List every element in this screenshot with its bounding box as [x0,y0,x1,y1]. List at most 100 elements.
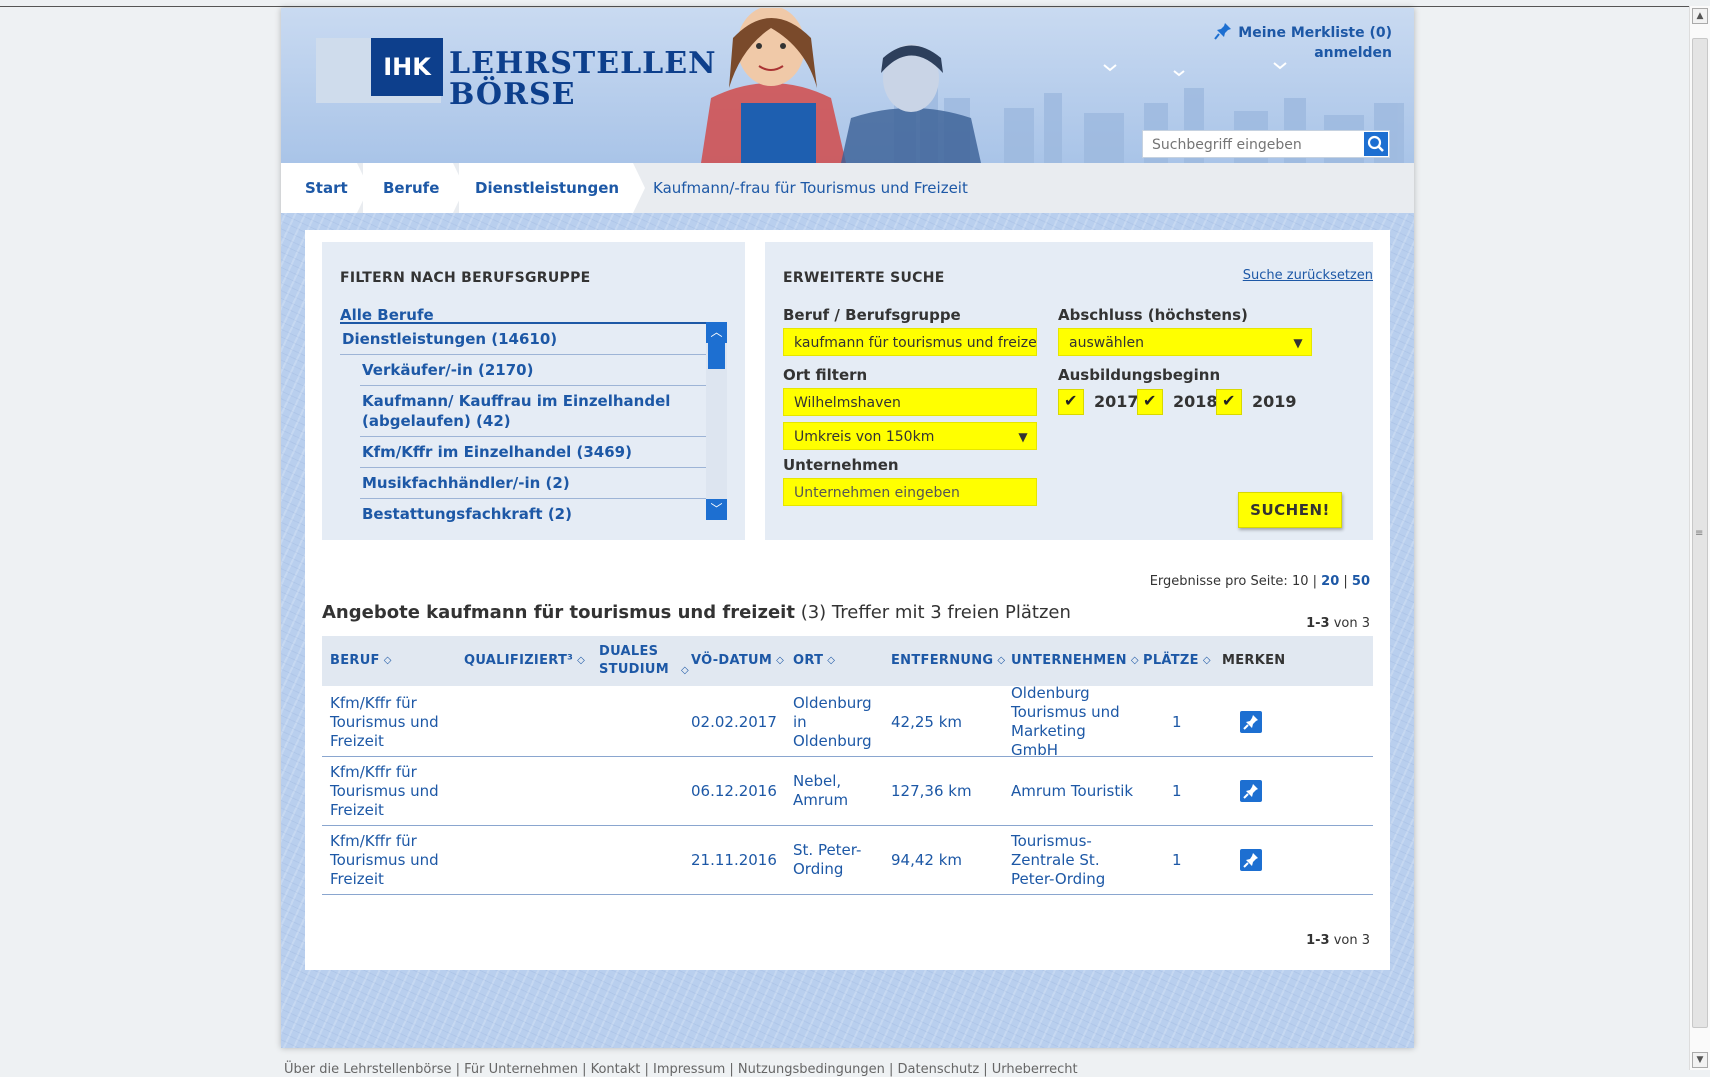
breadcrumb-start[interactable]: Start [281,163,369,213]
beruf-label: Beruf / Berufsgruppe [783,306,961,324]
chevron-down-icon: ▼ [1293,336,1303,350]
cell-plaetze: 1 [1172,712,1182,731]
sort-icon: ◇ [577,655,586,666]
col-plaetze-label: PLÄTZE [1143,653,1199,668]
chevron-up-icon[interactable]: ︿ [706,322,727,343]
berufsgruppe-item[interactable]: Dienstleistungen (14610) [340,324,706,355]
per-page-20[interactable]: 20 [1321,574,1339,589]
site-search [1142,130,1390,158]
checkbox-2017[interactable] [1058,389,1084,415]
col-beruf[interactable]: BERUF ◇ [330,636,392,686]
scroll-down-icon[interactable]: ▼ [1692,1052,1708,1068]
col-qualifiziert[interactable]: QUALIFIZIERT³ ◇ [464,636,585,686]
year-2017-label: 2017 [1094,392,1139,411]
filter-panel: FILTERN NACH BERUFSGRUPPE Alle Berufe Di… [322,242,745,540]
site-logo-text[interactable]: LEHRSTELLEN BÖRSE [449,48,717,110]
advanced-search-title: ERWEITERTE SUCHE [783,270,945,286]
col-vo-datum[interactable]: VÖ-DATUM ◇ [691,636,784,686]
col-qualifiziert-label: QUALIFIZIERT³ [464,653,574,668]
checkbox-2019[interactable] [1216,389,1242,415]
scroll-up-icon[interactable]: ▲ [1692,8,1708,24]
cell-plaetze: 1 [1172,850,1182,869]
breadcrumb-berufe[interactable]: Berufe [363,163,465,213]
col-unternehmen-label: UNTERNEHMEN [1011,653,1127,668]
search-submit-button[interactable]: SUCHEN! [1238,492,1342,528]
merkliste-link[interactable]: Meine Merkliste (0) [1214,22,1392,43]
beruf-input[interactable]: kaufmann für tourismus und freizeit [783,328,1037,356]
pagination-bottom: 1-3 von 3 [1306,933,1370,948]
sort-icon: ◇ [383,655,392,666]
logo-line-2: BÖRSE [449,77,576,112]
page-scrollbar[interactable]: ▲ ≡ ▼ [1689,6,1710,1070]
reset-search-link[interactable]: Suche zurücksetzen [1243,268,1373,283]
col-entfernung[interactable]: ENTFERNUNG ◇ [891,636,1005,686]
berufsgruppe-item[interactable]: Verkäufer/-in (2170) [360,355,706,386]
search-button[interactable] [1364,132,1388,156]
breadcrumb: Start Berufe Dienstleistungen Kaufmann/-… [281,163,1414,213]
col-plaetze[interactable]: PLÄTZE ◇ [1143,636,1211,686]
pin-icon [1214,23,1232,40]
merken-pin-icon[interactable] [1240,711,1262,733]
header-banner: IHK LEHRSTELLEN BÖRSE Meine Merkliste (0… [281,8,1414,163]
anmelden-link[interactable]: anmelden [1214,43,1392,63]
sort-icon: ◇ [681,665,689,676]
sort-icon: ◇ [827,655,836,666]
main-content: FILTERN NACH BERUFSGRUPPE Alle Berufe Di… [305,230,1390,970]
abschluss-select[interactable]: auswählen ▼ [1058,328,1312,356]
results-per-page: Ergebnisse pro Seite: 10 | 20 | 50 [1149,574,1370,589]
cell-plaetze: 1 [1172,781,1182,800]
cell-datum: 02.02.2017 [691,712,777,731]
sort-icon: ◇ [1202,655,1211,666]
cell-unternehmen[interactable]: Oldenburg Tourismus und Marketing GmbH [1011,684,1136,759]
ihk-logo[interactable]: IHK [371,38,443,96]
chevron-down-icon[interactable]: ﹀ [706,499,727,520]
search-input[interactable] [1150,134,1354,156]
results-table-header: BERUF ◇ QUALIFIZIERT³ ◇ DUALES STUDIUM ◇ VÖ… [322,636,1373,686]
abschluss-value: auswählen [1069,335,1145,351]
berufsgruppe-item[interactable]: Bestattungsfachkraft (2) [360,499,706,522]
umkreis-value: Umkreis von 150km [794,429,935,445]
per-page-10: 10 [1291,574,1309,589]
advanced-search-panel: ERWEITERTE SUCHE Suche zurücksetzen Beru… [765,242,1373,540]
berufsgruppe-item[interactable]: Kaufmann/ Kauffrau im Einzelhandel (abge… [360,386,706,437]
list-scrollbar[interactable]: ︿ ﹀ [706,322,727,520]
per-page-50[interactable]: 50 [1352,574,1370,589]
breadcrumb-dienstleistungen[interactable]: Dienstleistungen [459,163,645,213]
pagination-total: von 3 [1333,933,1370,948]
abschluss-label: Abschluss (höchstens) [1058,306,1248,324]
list-scrollbar-thumb[interactable] [708,343,725,369]
cell-unternehmen[interactable]: Tourismus-Zentrale St. Peter-Ording [1011,826,1136,894]
berufsgruppe-list: Dienstleistungen (14610) Verkäufer/-in (2… [340,322,706,522]
boy-illustration-icon [841,44,981,163]
results-heading-count: (3) Treffer mit 3 freien Plätzen [800,602,1071,623]
col-ort[interactable]: ORT ◇ [793,636,835,686]
ort-input[interactable]: Wilhelmshaven [783,388,1037,416]
pagination-range: 1-3 [1306,933,1330,948]
table-row: Kfm/Kffr für Tourismus und Freizeit 02.02… [322,684,1373,759]
unternehmen-input[interactable]: Unternehmen eingeben [783,478,1037,506]
scrollbar-grip-icon: ≡ [1695,528,1704,539]
col-merken: MERKEN [1222,653,1286,668]
cell-unternehmen[interactable]: Amrum Touristik [1011,757,1136,825]
search-icon [1367,135,1384,152]
table-row: Kfm/Kffr für Tourismus und Freizeit 21.11… [322,826,1373,895]
merken-pin-icon[interactable] [1240,849,1262,871]
merkliste-label: Meine Merkliste (0) [1238,25,1392,41]
ort-label: Ort filtern [783,366,868,384]
page-wrapper: IHK LEHRSTELLEN BÖRSE Meine Merkliste (0… [281,8,1414,1048]
berufsgruppe-item[interactable]: Musikfachhändler/-in (2) [360,468,706,499]
cell-entfernung: 42,25 km [891,712,963,731]
cell-beruf[interactable]: Kfm/Kffr für Tourismus und Freizeit [330,826,450,894]
pagination-top: 1-3 von 3 [1306,616,1370,631]
col-ort-label: ORT [793,653,824,668]
checkbox-2018[interactable] [1137,389,1163,415]
cell-beruf[interactable]: Kfm/Kffr für Tourismus und Freizeit [330,757,450,825]
year-2018-label: 2018 [1173,392,1218,411]
umkreis-select[interactable]: Umkreis von 150km ▼ [783,422,1037,450]
berufsgruppe-item[interactable]: Kfm/Kffr im Einzelhandel (3469) [360,437,706,468]
cell-beruf[interactable]: Kfm/Kffr für Tourismus und Freizeit [330,688,450,756]
col-duales-studium[interactable]: DUALES STUDIUM ◇ [599,636,689,686]
col-unternehmen[interactable]: UNTERNEHMEN ◇ [1011,636,1139,686]
merken-pin-icon[interactable] [1240,780,1262,802]
cell-entfernung: 127,36 km [891,781,972,800]
